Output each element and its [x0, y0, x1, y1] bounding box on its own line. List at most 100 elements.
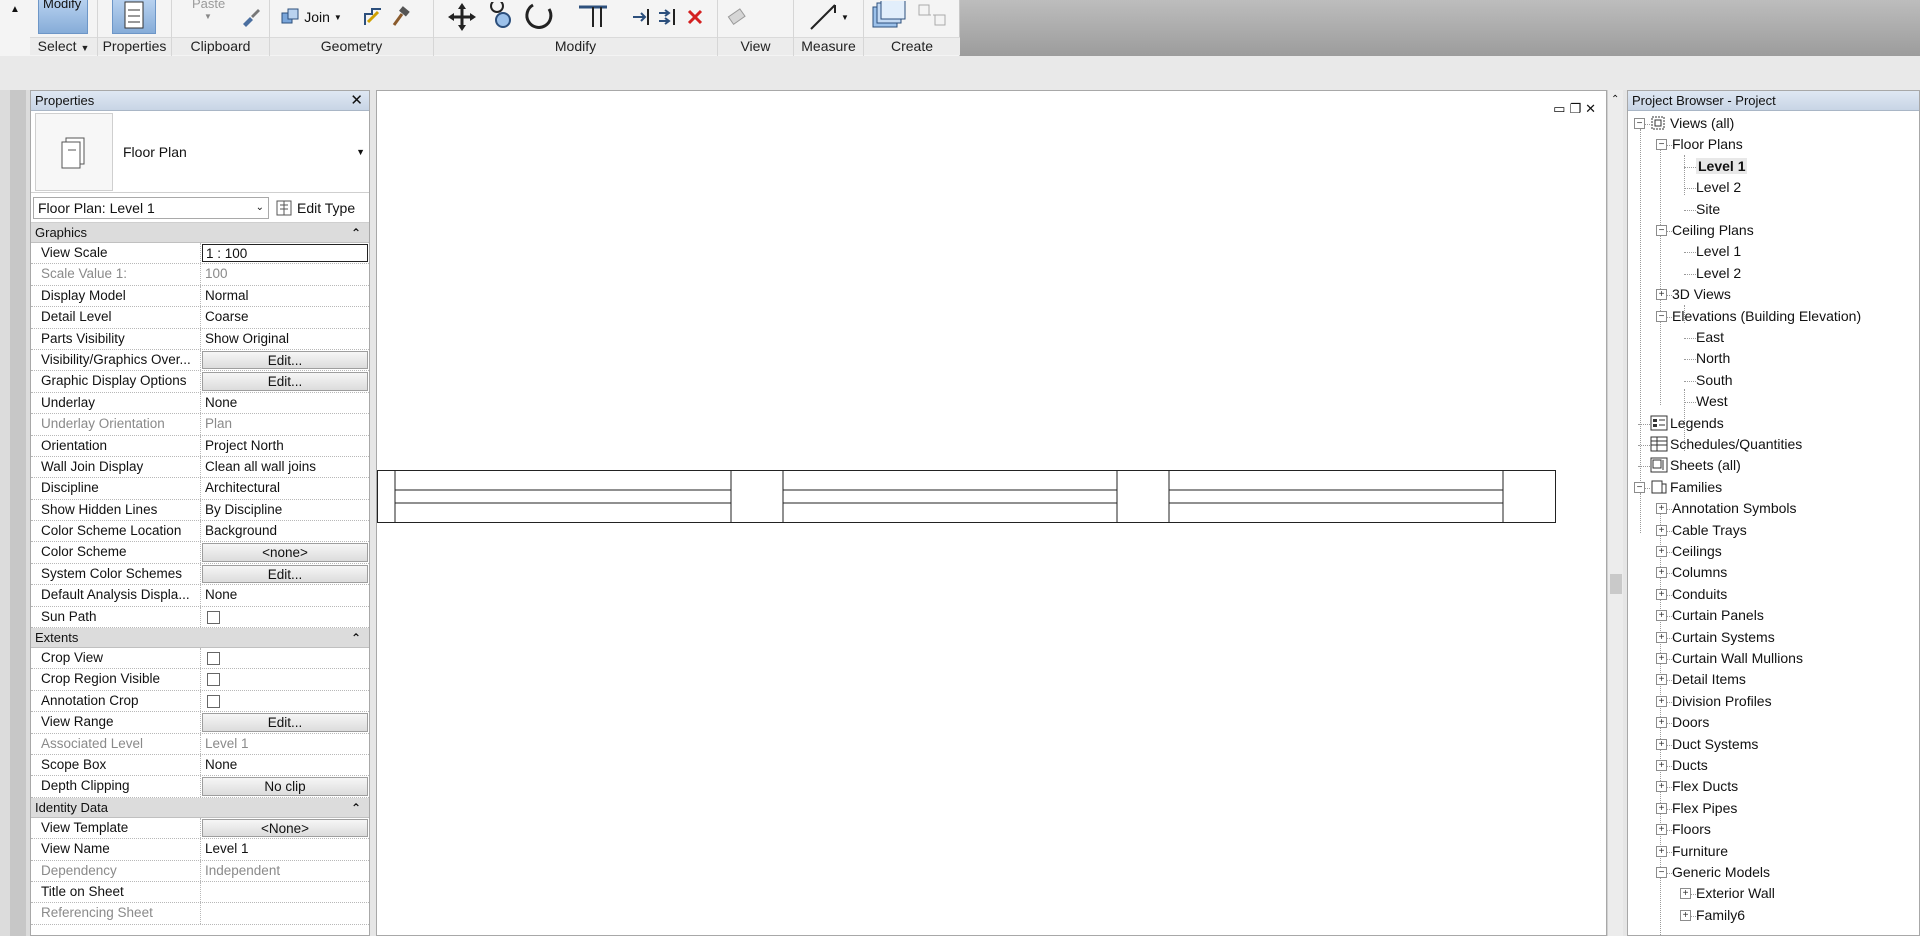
restore-icon[interactable]: ❐: [1569, 101, 1581, 117]
expand-icon[interactable]: +: [1656, 760, 1667, 771]
property-value-input[interactable]: 1 : 100: [202, 244, 368, 263]
create-parts-tool[interactable]: [914, 0, 954, 34]
paste-button[interactable]: Paste: [192, 0, 225, 11]
expand-icon[interactable]: +: [1656, 738, 1667, 750]
browser-tree-item[interactable]: Floors: [1672, 819, 1711, 840]
property-checkbox[interactable]: [207, 652, 220, 666]
instance-filter-select[interactable]: Floor Plan: Level 1 ⌄: [33, 196, 269, 219]
collapse-icon[interactable]: ⌃: [351, 628, 361, 648]
property-edit-button[interactable]: No clip: [202, 777, 368, 796]
property-edit-button[interactable]: <none>: [202, 543, 368, 562]
collapse-icon[interactable]: −: [1656, 139, 1667, 151]
join-button[interactable]: Join ▼: [276, 0, 346, 34]
property-value[interactable]: [201, 882, 369, 902]
property-value[interactable]: Architectural: [201, 478, 369, 498]
property-value[interactable]: Coarse: [201, 307, 369, 327]
expand-icon[interactable]: +: [1656, 524, 1667, 536]
property-edit-button[interactable]: Edit...: [202, 372, 368, 391]
property-value[interactable]: Background: [201, 521, 369, 541]
trim-extend-tool[interactable]: [576, 0, 610, 34]
browser-tree-item[interactable]: North: [1696, 348, 1730, 369]
browser-tree-item[interactable]: Floor Plans: [1672, 134, 1743, 155]
expand-icon[interactable]: +: [1656, 546, 1667, 557]
browser-tree-item[interactable]: Level 2: [1696, 263, 1741, 284]
chevron-up-icon[interactable]: ⌃: [1611, 94, 1619, 105]
expand-icon[interactable]: +: [1656, 289, 1667, 301]
browser-tree-item[interactable]: East: [1696, 327, 1724, 348]
browser-tree-item[interactable]: Flex Ducts: [1672, 776, 1738, 797]
close-icon[interactable]: ✕: [350, 91, 363, 111]
offset-tool[interactable]: [656, 0, 678, 34]
demolish-tool[interactable]: [388, 0, 414, 34]
browser-tree-item[interactable]: South: [1696, 370, 1733, 391]
expand-icon[interactable]: +: [1656, 503, 1667, 515]
browser-tree-item[interactable]: Ceiling Plans: [1672, 220, 1754, 241]
schedule-graphic[interactable]: [377, 470, 1557, 526]
browser-tree-item[interactable]: Doors: [1672, 712, 1709, 733]
expand-icon[interactable]: +: [1656, 588, 1667, 600]
ribbon-collapse-arrow[interactable]: ▲: [0, 0, 30, 56]
browser-tree-item[interactable]: Conduits: [1672, 584, 1727, 605]
browser-tree-item[interactable]: Families: [1670, 477, 1722, 498]
browser-tree-item[interactable]: Site: [1696, 199, 1720, 220]
browser-tree-item[interactable]: Legends: [1670, 413, 1724, 434]
expand-icon[interactable]: +: [1656, 845, 1667, 857]
copy-tool[interactable]: [486, 0, 516, 34]
property-group-header[interactable]: Graphics ⌃: [31, 223, 369, 243]
browser-tree-item[interactable]: Cable Trays: [1672, 520, 1747, 541]
property-value[interactable]: None: [201, 585, 369, 605]
property-edit-button[interactable]: <None>: [202, 818, 368, 838]
property-value[interactable]: By Discipline: [201, 500, 369, 520]
browser-tree-item[interactable]: Curtain Systems: [1672, 627, 1775, 648]
browser-tree-item[interactable]: Schedules/Quantities: [1670, 434, 1802, 455]
browser-tree-item[interactable]: 3D Views: [1672, 284, 1731, 305]
expand-icon[interactable]: +: [1656, 824, 1667, 836]
chevron-down-icon[interactable]: ▼: [356, 147, 365, 157]
measure-tool[interactable]: ▼: [800, 0, 856, 34]
browser-tree-item[interactable]: Ducts: [1672, 755, 1708, 776]
property-value[interactable]: Normal: [201, 286, 369, 306]
property-checkbox[interactable]: [207, 673, 220, 687]
minimize-icon[interactable]: ▭: [1553, 101, 1565, 117]
edit-type-button[interactable]: Edit Type: [275, 199, 355, 217]
modify-button[interactable]: Modify: [38, 0, 88, 34]
collapse-icon[interactable]: −: [1656, 310, 1667, 322]
browser-tree-item[interactable]: Furniture: [1672, 841, 1728, 862]
expand-icon[interactable]: +: [1656, 653, 1667, 664]
expand-icon[interactable]: +: [1656, 802, 1667, 814]
browser-tree-item[interactable]: Generic Models: [1672, 862, 1770, 883]
browser-tree-item[interactable]: Curtain Panels: [1672, 605, 1764, 626]
select-panel-label[interactable]: Select ▼: [30, 37, 97, 55]
expand-icon[interactable]: +: [1656, 631, 1667, 643]
delete-tool[interactable]: [684, 0, 706, 34]
drawing-area[interactable]: ▭ ❐ ✕ 2D: [376, 90, 1607, 936]
browser-tree-item[interactable]: Family6: [1696, 905, 1745, 926]
collapse-icon[interactable]: −: [1634, 118, 1645, 129]
property-value[interactable]: Show Original: [201, 329, 369, 349]
match-properties-tool[interactable]: [238, 0, 264, 34]
property-checkbox[interactable]: [207, 694, 220, 708]
rotate-tool[interactable]: [522, 0, 556, 34]
browser-tree-item[interactable]: Level 2: [1696, 177, 1741, 198]
collapse-icon[interactable]: −: [1656, 225, 1667, 236]
create-group-tool[interactable]: [868, 0, 910, 34]
property-edit-button[interactable]: Edit...: [202, 564, 368, 584]
browser-tree-item[interactable]: Ceilings: [1672, 541, 1722, 562]
split-tool[interactable]: [630, 0, 652, 34]
property-checkbox[interactable]: [207, 610, 220, 624]
collapse-icon[interactable]: −: [1634, 481, 1645, 493]
browser-tree-item[interactable]: Annotation Symbols: [1672, 498, 1797, 519]
browser-tree-item[interactable]: Exterior Wall: [1696, 883, 1775, 904]
browser-tree-item[interactable]: West: [1696, 391, 1728, 412]
browser-tree-item[interactable]: Detail Items: [1672, 669, 1746, 690]
browser-tree-item[interactable]: Views (all): [1670, 113, 1734, 134]
collapse-icon[interactable]: ⌃: [351, 798, 361, 818]
browser-tree-item[interactable]: Level 1: [1696, 241, 1741, 262]
browser-tree-item[interactable]: Curtain Wall Mullions: [1672, 648, 1803, 669]
canvas-scrollbar[interactable]: ⌃: [1607, 90, 1623, 936]
move-tool[interactable]: [444, 0, 480, 34]
hide-element-tool[interactable]: [724, 0, 750, 34]
property-edit-button[interactable]: Edit...: [202, 713, 368, 732]
properties-button[interactable]: [112, 0, 156, 34]
property-value[interactable]: Clean all wall joins: [201, 457, 369, 477]
